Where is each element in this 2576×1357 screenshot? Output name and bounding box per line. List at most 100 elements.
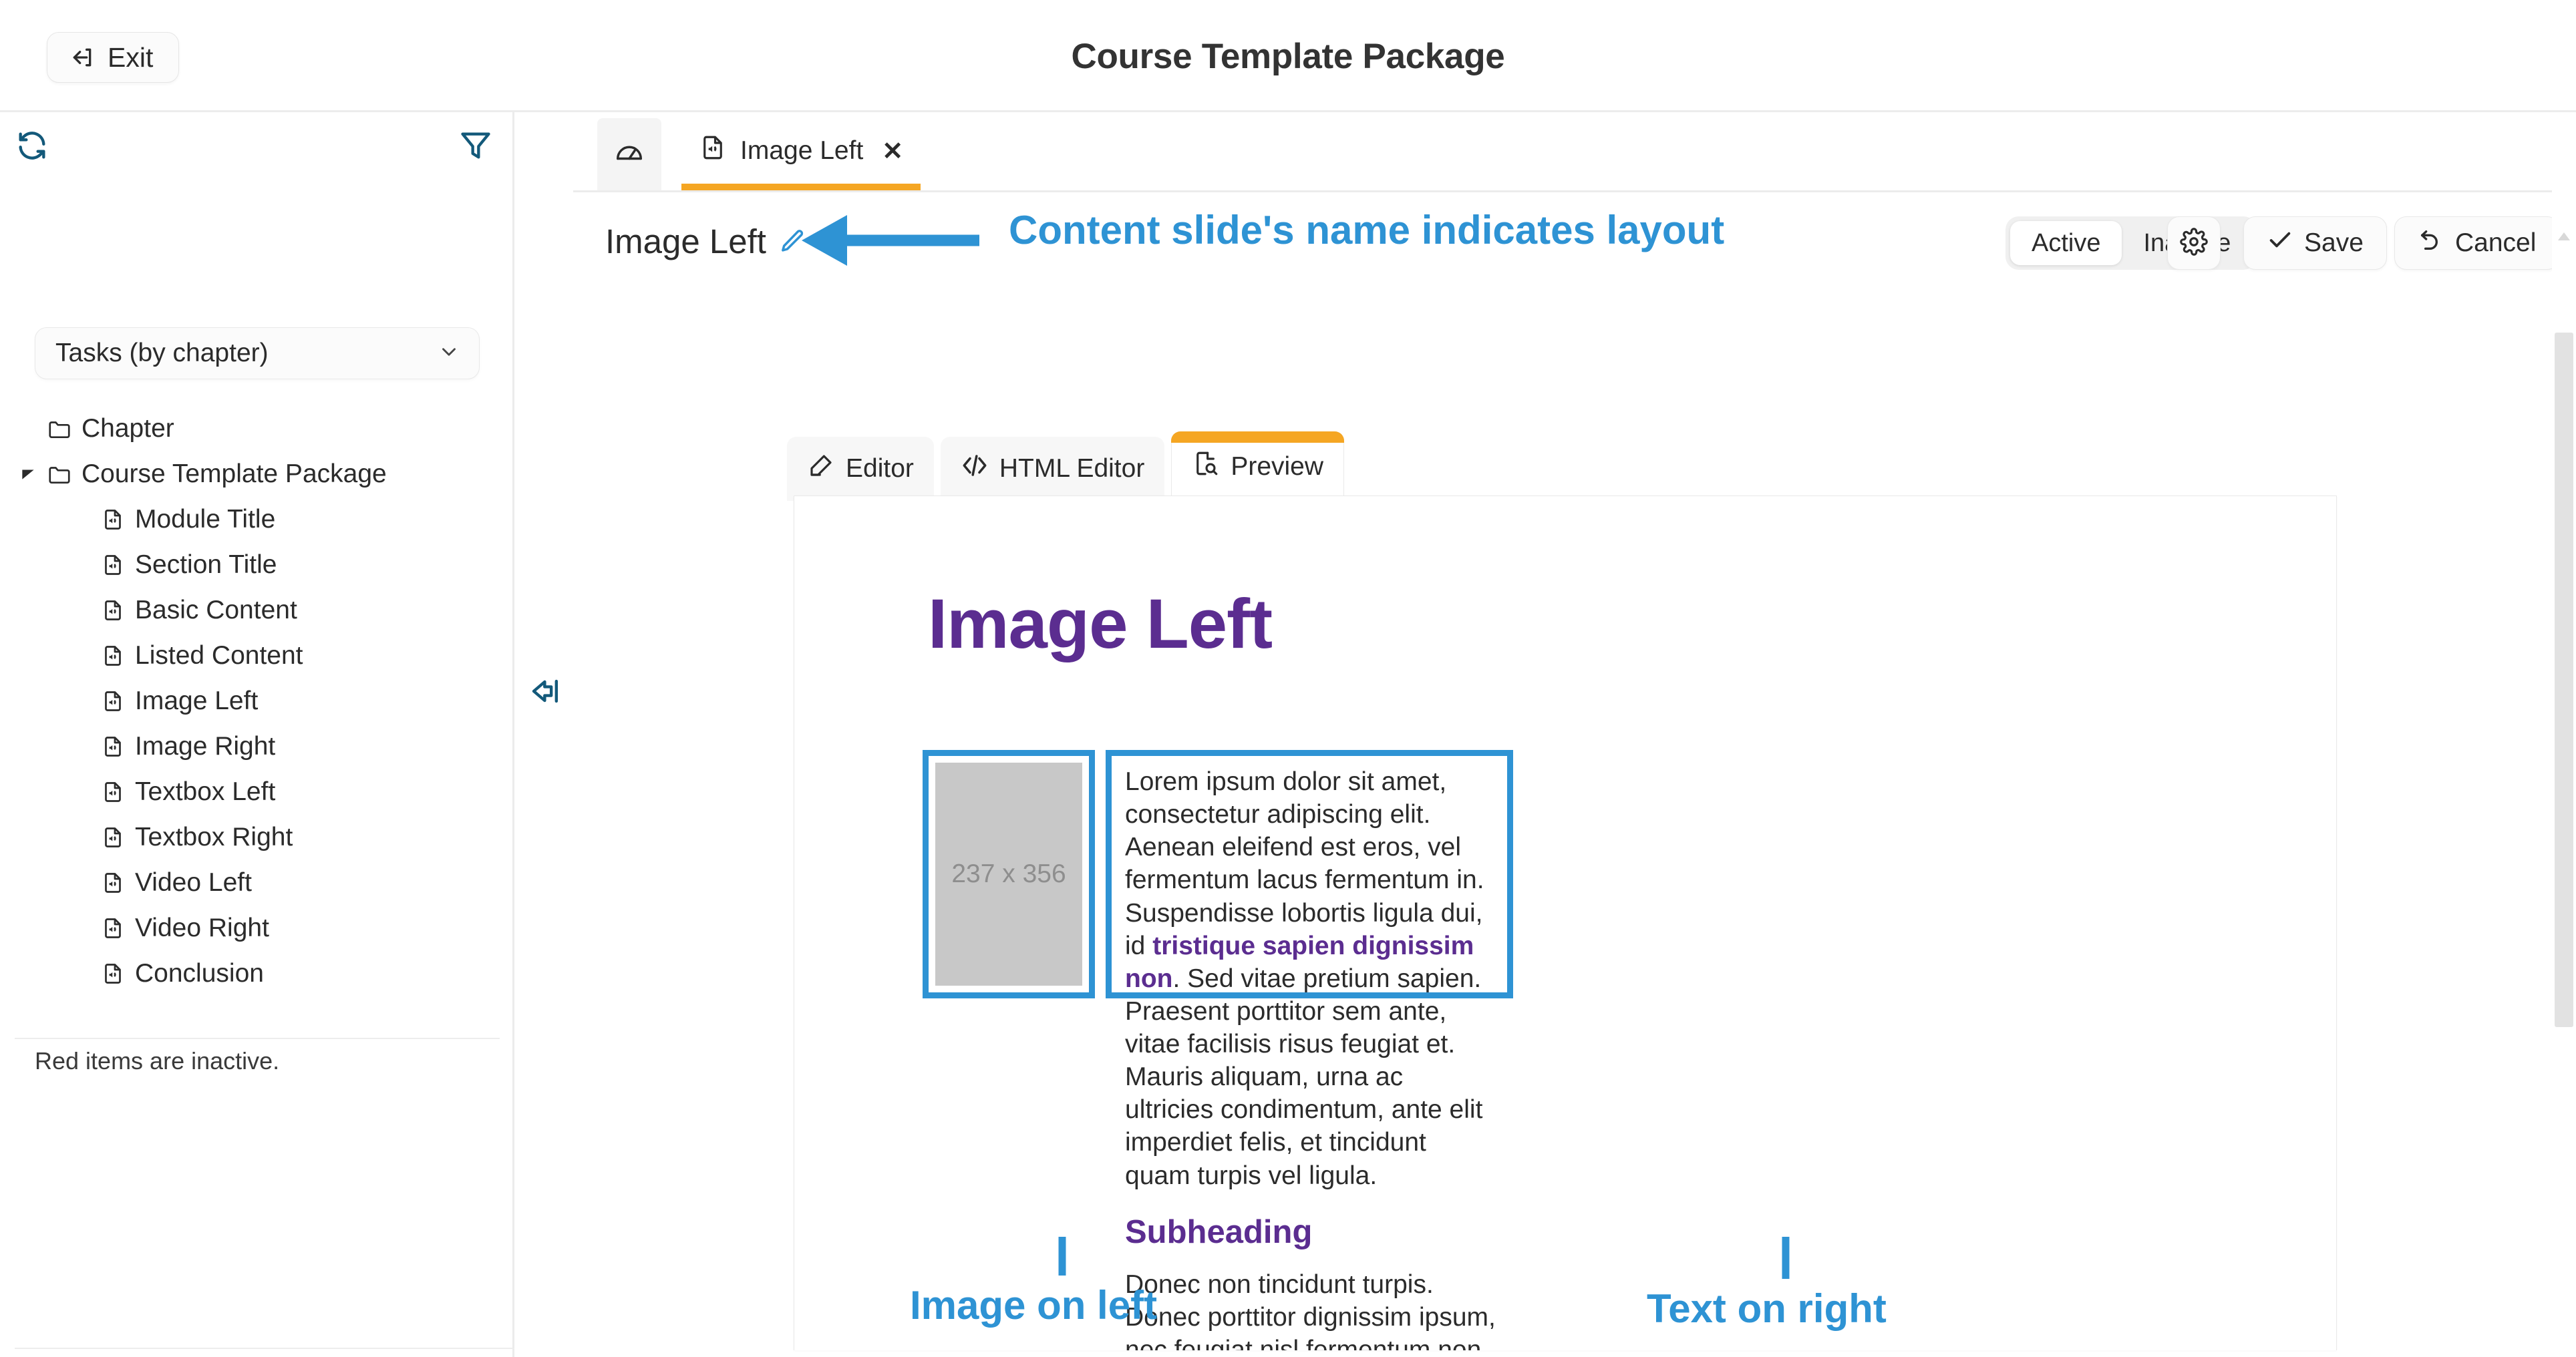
sidebar-bottom-divider: [15, 1348, 514, 1349]
vertical-scrollbar[interactable]: [2552, 112, 2576, 1357]
undo-icon: [2418, 226, 2444, 260]
document-audio-icon: [98, 508, 128, 532]
task-scope-select[interactable]: Tasks (by chapter): [35, 327, 480, 379]
preview-image-region: 237 x 356: [923, 750, 1095, 998]
save-button-label: Save: [2304, 228, 2364, 257]
tree-item-course-template-package[interactable]: Course Template Package: [0, 451, 514, 497]
tree-item-label: Video Left: [135, 868, 252, 897]
tab-preview-label: Preview: [1231, 451, 1324, 481]
document-audio-icon: [98, 871, 128, 895]
collapse-panel-left-icon[interactable]: [520, 668, 567, 715]
document-audio-icon: [699, 134, 727, 168]
cancel-button[interactable]: Cancel: [2394, 216, 2560, 270]
tree-item-label: Chapter: [82, 414, 174, 443]
tab-editor[interactable]: Editor: [787, 437, 934, 501]
document-audio-icon: [98, 598, 128, 622]
tree-item-label: Module Title: [135, 505, 276, 534]
task-tree: Chapter Course Template Package Module Tit…: [0, 406, 514, 996]
scrollbar-thumb[interactable]: [2555, 333, 2573, 1027]
chevron-down-icon: [438, 341, 460, 367]
document-tabstrip: Image Left ✕: [573, 112, 2576, 192]
annotation-text-right-callout: Text on right: [1647, 1286, 1887, 1331]
document-audio-icon: [98, 553, 128, 577]
tree-item-label: Textbox Left: [135, 777, 276, 806]
tree-item-label: Image Right: [135, 732, 276, 761]
tree-item-basic-content[interactable]: Basic Content: [0, 588, 514, 633]
editor-mode-tabs: Editor HTML Editor Preview: [787, 431, 1345, 501]
preview-card: Image Left 237 x 356 Lorem ipsum dolor s…: [794, 496, 2337, 1350]
tree-item-label: Section Title: [135, 550, 277, 579]
code-icon: [961, 451, 989, 486]
tree-item-video-right[interactable]: Video Right: [0, 906, 514, 951]
gear-icon: [2180, 227, 2208, 259]
sidebar-divider: [15, 1038, 500, 1039]
page-title: Course Template Package: [1071, 37, 1505, 76]
tab-html-editor[interactable]: HTML Editor: [940, 437, 1165, 501]
tree-item-label: Textbox Right: [135, 823, 293, 851]
main-pane: Image Left ✕ Image Left Active Inactive: [573, 112, 2576, 1357]
tree-item-label: Conclusion: [135, 959, 264, 988]
preview-subheading: Subheading: [1125, 1213, 1313, 1250]
gauge-icon: [614, 136, 645, 173]
paragraph-1-part-2: . Sed vitae pretium sapien. Praesent por…: [1125, 964, 1483, 1190]
pencil-icon[interactable]: [777, 227, 806, 256]
check-icon: [2267, 226, 2293, 260]
slide-name: Image Left: [605, 222, 766, 260]
tree-item-chapter[interactable]: Chapter: [0, 406, 514, 451]
tree-item-section-title[interactable]: Section Title: [0, 542, 514, 588]
sidebar-toolbar: [0, 112, 514, 191]
tree-item-label: Video Right: [135, 914, 269, 942]
app-header: Exit Course Template Package: [0, 0, 2576, 112]
filter-icon[interactable]: [458, 128, 493, 166]
document-search-icon: [1192, 449, 1220, 484]
tree-item-textbox-left[interactable]: Textbox Left: [0, 769, 514, 815]
sidebar: Tasks (by chapter) Chapter Course Templat…: [0, 112, 514, 1357]
document-audio-icon: [98, 735, 128, 759]
tab-image-left-label: Image Left: [740, 136, 864, 165]
preview-paragraph-2: Donec non tincidunt turpis. Donec portti…: [1125, 1268, 1496, 1350]
tree-twisty-expanded-icon[interactable]: [12, 465, 44, 483]
document-audio-icon: [98, 780, 128, 804]
cancel-button-label: Cancel: [2455, 228, 2537, 257]
preview-paragraph-1: Lorem ipsum dolor sit amet, consectetur …: [1125, 765, 1496, 1192]
pencil-square-icon: [807, 451, 835, 486]
folder-icon: [44, 416, 75, 441]
folder-icon: [44, 461, 75, 487]
slide-name-wrap: Image Left: [605, 222, 806, 261]
tab-image-left[interactable]: Image Left ✕: [681, 118, 921, 190]
tree-item-label: Listed Content: [135, 641, 303, 670]
settings-button[interactable]: [2167, 216, 2221, 270]
save-button[interactable]: Save: [2243, 216, 2387, 270]
tree-item-textbox-right[interactable]: Textbox Right: [0, 815, 514, 860]
tree-item-label: Basic Content: [135, 596, 297, 624]
scroll-up-arrow-icon[interactable]: [2556, 230, 2572, 244]
tree-item-listed-content[interactable]: Listed Content: [0, 633, 514, 678]
task-scope-value: Tasks (by chapter): [55, 339, 269, 367]
refresh-icon[interactable]: [15, 128, 49, 166]
sidebar-note: Red items are inactive.: [35, 1047, 280, 1075]
document-audio-icon: [98, 825, 128, 849]
image-placeholder: 237 x 356: [935, 763, 1082, 986]
tree-item-module-title[interactable]: Module Title: [0, 497, 514, 542]
document-audio-icon: [98, 916, 128, 940]
tab-editor-label: Editor: [846, 454, 914, 483]
tree-item-label: Course Template Package: [82, 459, 387, 488]
tree-item-video-left[interactable]: Video Left: [0, 860, 514, 906]
tree-item-image-left[interactable]: Image Left: [0, 678, 514, 724]
tab-dashboard[interactable]: [597, 118, 661, 190]
tree-item-image-right[interactable]: Image Right: [0, 724, 514, 769]
document-audio-icon: [98, 689, 128, 713]
annotation-slide-name-callout: Content slide's name indicates layout: [1009, 208, 1725, 252]
preview-text-region: Lorem ipsum dolor sit amet, consectetur …: [1106, 750, 1513, 1350]
document-audio-icon: [98, 962, 128, 986]
tab-html-editor-label: HTML Editor: [999, 454, 1145, 483]
tree-item-label: Image Left: [135, 687, 259, 715]
preview-heading: Image Left: [928, 585, 1273, 663]
close-icon[interactable]: ✕: [882, 136, 903, 166]
paragraph-2-part-1: Donec non tincidunt turpis. Donec portti…: [1125, 1270, 1496, 1350]
document-audio-icon: [98, 644, 128, 668]
status-active-segment[interactable]: Active: [2010, 221, 2122, 265]
tree-item-conclusion[interactable]: Conclusion: [0, 951, 514, 996]
annotation-image-left-callout: Image on left: [910, 1283, 1158, 1328]
tab-preview[interactable]: Preview: [1171, 431, 1345, 501]
